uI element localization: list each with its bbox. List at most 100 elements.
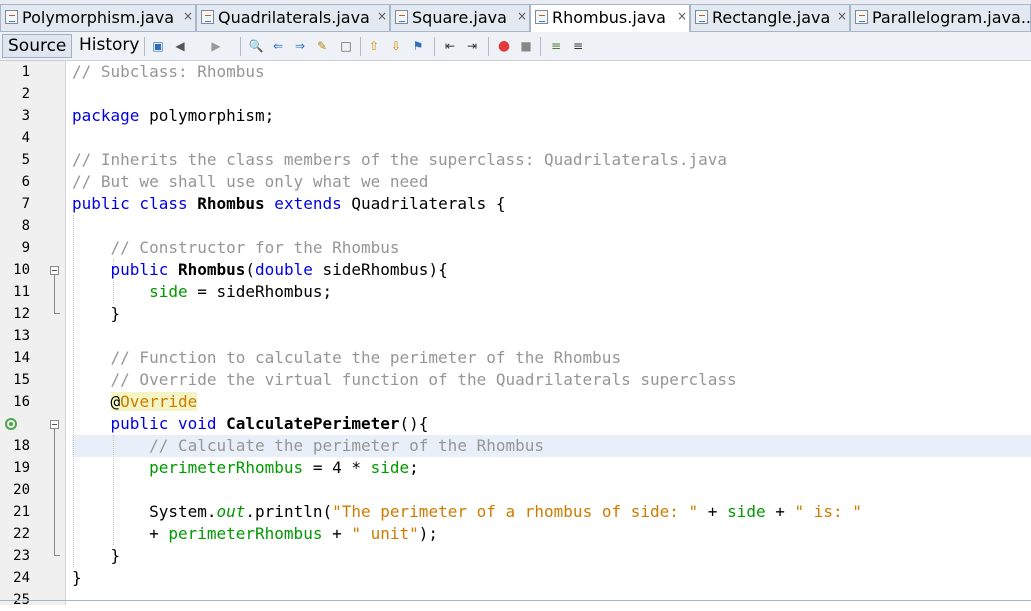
next-bookmark-icon[interactable]: ⇩: [388, 38, 404, 54]
close-tab-icon[interactable]: ×: [517, 9, 527, 23]
code-line-12: }: [72, 303, 121, 325]
line-number: 4: [21, 130, 30, 146]
code-text: = sideRhombus;: [187, 282, 333, 301]
code-line-19: perimeterRhombus = 4 * side;: [72, 457, 419, 479]
code-line-14: // Function to calculate the perimeter o…: [72, 347, 622, 369]
history-button[interactable]: History: [74, 34, 144, 58]
tab-rectangle[interactable]: Rectangle.java ×: [690, 4, 850, 31]
keyword: extends: [264, 194, 352, 213]
code-text: Quadrilaterals {: [351, 194, 506, 213]
code-line-22: + perimeterRhombus + " unit");: [72, 523, 438, 545]
annotation: @Override: [110, 392, 198, 411]
close-tab-icon[interactable]: ×: [837, 9, 847, 23]
find-icon[interactable]: 🔍: [248, 38, 264, 54]
line-number: 5: [21, 152, 30, 168]
toggle-bookmark-icon[interactable]: ⚑: [410, 38, 426, 54]
code-editor[interactable]: 1 2 3 4 5 6 7 8 9 10 11 12 13 14 15 16 1…: [0, 61, 1031, 608]
keyword: public void: [110, 414, 227, 433]
field: side: [149, 282, 188, 301]
string-literal: "The perimeter of a rhombus of side: ": [332, 502, 699, 521]
tab-rhombus[interactable]: Rhombus.java ×: [530, 4, 690, 32]
toolbar-separator: [360, 37, 361, 56]
comment: // Subclass: Rhombus: [72, 62, 265, 81]
fold-end-marker: [54, 555, 60, 556]
string-literal: " unit": [351, 524, 419, 543]
class-name: Rhombus: [197, 194, 265, 213]
fold-collapse-icon[interactable]: [50, 420, 59, 429]
code-text: +: [765, 502, 795, 521]
code-line-3: package polymorphism;: [72, 105, 274, 127]
line-number: 8: [21, 218, 30, 234]
tab-label: Rhombus.java: [552, 8, 666, 27]
line-number: 19: [13, 460, 30, 476]
last-edit-icon[interactable]: ▣: [150, 38, 166, 54]
start-macro-recording-icon[interactable]: ●: [496, 38, 512, 54]
code-text: sideRhombus){: [312, 260, 448, 279]
field: perimeterRhombus: [149, 458, 304, 477]
uncomment-icon[interactable]: ≡: [570, 38, 586, 54]
code-text: }: [72, 568, 82, 587]
code-line-1: // Subclass: Rhombus: [72, 61, 265, 83]
previous-bookmark-icon[interactable]: ⇧: [366, 38, 382, 54]
tab-label: Rectangle.java: [712, 8, 831, 27]
tab-label: Parallelogram.java...: [872, 8, 1031, 27]
code-text: polymorphism;: [139, 106, 275, 125]
tab-square[interactable]: Square.java ×: [390, 4, 530, 31]
toolbar-separator: [434, 37, 435, 56]
close-tab-icon[interactable]: ×: [183, 9, 193, 23]
annotation-name: Override: [120, 392, 198, 411]
code-text: System.: [149, 502, 217, 521]
line-number: 13: [13, 328, 30, 344]
comment: // Calculate the perimeter of the Rhombu…: [149, 436, 545, 455]
find-next-icon[interactable]: ⇒: [292, 38, 308, 54]
code-line-9: // Constructor for the Rhombus: [72, 237, 400, 259]
code-text: }: [110, 546, 121, 565]
line-number-gutter: 1 2 3 4 5 6 7 8 9 10 11 12 13 14 15 16 1…: [0, 61, 66, 608]
line-number: 12: [13, 306, 30, 322]
code-text: ;: [409, 458, 419, 477]
code-line-15: // Override the virtual function of the …: [72, 369, 737, 391]
constructor-name: Rhombus: [177, 260, 246, 279]
code-line-5: // Inherits the class members of the sup…: [72, 149, 727, 171]
toggle-highlight-icon[interactable]: ✎: [314, 38, 330, 54]
tab-label: Quadrilaterals.java: [218, 8, 370, 27]
fold-range-line: [54, 275, 55, 313]
toolbar-separator: [488, 37, 489, 56]
code-text: +: [322, 524, 352, 543]
toggle-rectangular-selection-icon[interactable]: □: [338, 38, 354, 54]
fold-collapse-icon[interactable]: [50, 266, 59, 275]
code-text: (: [245, 260, 256, 279]
tab-quadrilaterals[interactable]: Quadrilaterals.java ×: [196, 4, 390, 31]
comment-icon[interactable]: ≡: [548, 38, 564, 54]
close-tab-icon[interactable]: ×: [377, 9, 387, 23]
editor-bottom-border: [0, 600, 1031, 601]
field: side: [727, 502, 766, 521]
shift-left-icon[interactable]: ⇤: [442, 38, 458, 54]
java-file-icon: [5, 10, 18, 24]
tab-polymorphism[interactable]: Polymorphism.java ×: [0, 4, 196, 31]
close-tab-icon[interactable]: ×: [677, 9, 687, 23]
source-button[interactable]: Source: [2, 34, 73, 58]
comment: // Constructor for the Rhombus: [110, 238, 400, 257]
keyword: public class: [72, 194, 198, 213]
java-file-icon: [395, 10, 408, 24]
code-area[interactable]: // Subclass: Rhombus package polymorphis…: [72, 61, 1031, 605]
find-previous-icon[interactable]: ⇐: [270, 38, 286, 54]
code-line-16: @Override: [72, 391, 198, 413]
line-number: 15: [13, 372, 30, 388]
shift-right-icon[interactable]: ⇥: [464, 38, 480, 54]
override-marker-icon[interactable]: [5, 418, 17, 430]
tab-parallelogram[interactable]: Parallelogram.java...: [850, 4, 1031, 31]
line-number: 23: [13, 548, 30, 564]
line-number: 7: [21, 196, 30, 212]
line-number: 20: [13, 482, 30, 498]
line-number: 3: [21, 108, 30, 124]
fold-range-line: [54, 429, 55, 555]
line-number: 14: [13, 350, 30, 366]
code-text: (){: [399, 414, 429, 433]
back-icon[interactable]: ◀: [172, 38, 188, 54]
forward-icon[interactable]: ▶: [208, 38, 224, 54]
code-text: +: [698, 502, 728, 521]
stop-macro-recording-icon[interactable]: ■: [518, 38, 534, 54]
keyword: public: [110, 260, 178, 279]
